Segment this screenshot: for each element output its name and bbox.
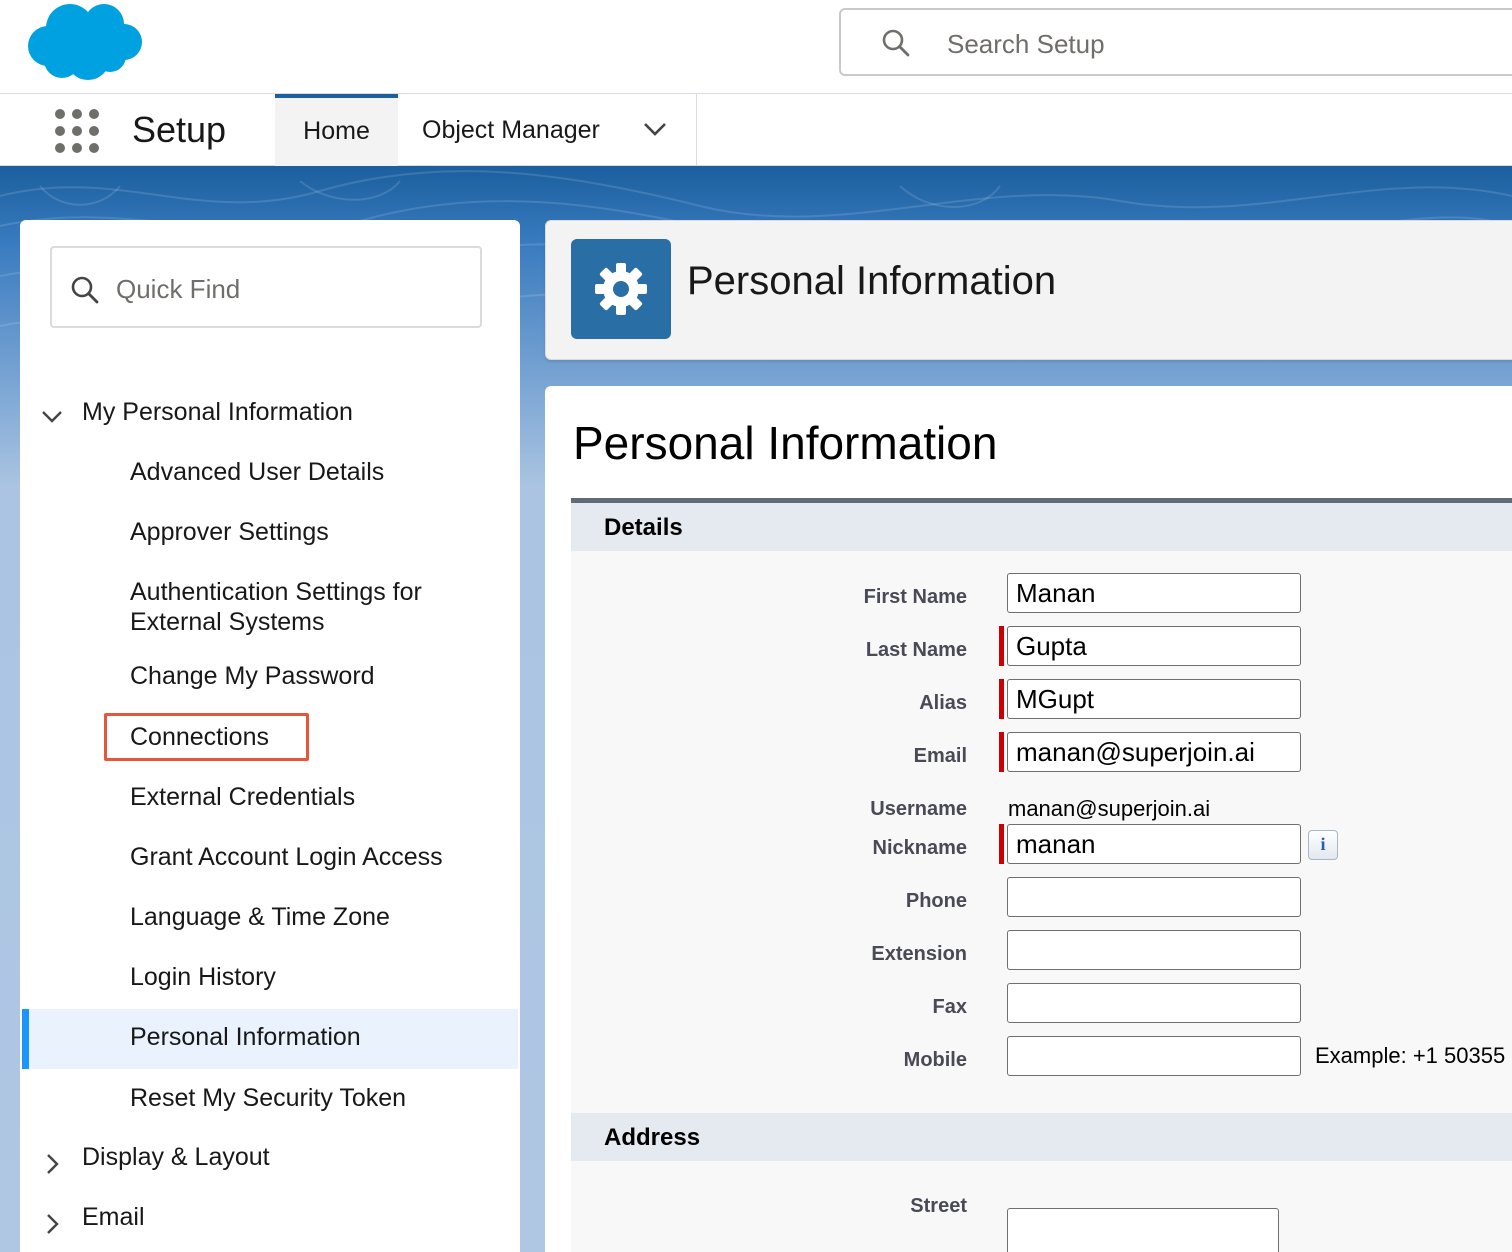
tab-home[interactable]: Home bbox=[275, 94, 398, 166]
global-header: Search Setup bbox=[0, 0, 1512, 94]
sidebar-item-change-my-password[interactable]: Change My Password bbox=[130, 661, 375, 691]
address-heading: Address bbox=[604, 1124, 701, 1151]
street-label: Street bbox=[910, 1195, 967, 1217]
search-setup-placeholder: Search Setup bbox=[947, 29, 1105, 59]
extension-field[interactable] bbox=[1007, 930, 1301, 970]
required-indicator bbox=[999, 679, 1004, 719]
sidebar-item-authentication-settings-line2[interactable]: External Systems bbox=[130, 607, 325, 637]
sidebar-section-my-personal-information[interactable]: My Personal Information bbox=[82, 398, 353, 427]
info-icon-glyph: i bbox=[1320, 834, 1326, 854]
setup-sidebar: Quick Find My Personal Information Advan… bbox=[20, 220, 520, 1252]
sidebar-section-email[interactable]: Email bbox=[82, 1203, 145, 1232]
page-header: Personal Information bbox=[545, 220, 1512, 360]
tab-object-manager[interactable]: Object Manager bbox=[398, 94, 697, 166]
username-value: manan@superjoin.ai bbox=[1008, 796, 1211, 821]
sidebar-item-connections[interactable]: Connections bbox=[130, 722, 269, 752]
quick-find-placeholder: Quick Find bbox=[116, 274, 241, 304]
nickname-label: Nickname bbox=[872, 837, 968, 859]
tab-object-manager-label: Object Manager bbox=[422, 116, 600, 144]
search-setup-input[interactable]: Search Setup bbox=[839, 8, 1512, 76]
last-name-label: Last Name bbox=[865, 639, 967, 661]
alias-label: Alias bbox=[919, 692, 967, 714]
username-label: Username bbox=[870, 798, 967, 820]
app-name: Setup bbox=[132, 109, 227, 150]
chevron-down-icon[interactable] bbox=[642, 119, 668, 139]
mobile-label: Mobile bbox=[903, 1049, 967, 1071]
phone-field[interactable] bbox=[1007, 877, 1301, 917]
first-name-label: First Name bbox=[863, 586, 967, 608]
mobile-field[interactable] bbox=[1007, 1036, 1301, 1076]
gear-icon bbox=[595, 263, 647, 315]
required-indicator bbox=[999, 626, 1004, 666]
chevron-down-icon[interactable] bbox=[40, 404, 64, 428]
email-label: Email bbox=[913, 745, 967, 767]
extension-label: Extension bbox=[871, 943, 967, 965]
alias-field[interactable] bbox=[1007, 679, 1301, 719]
sidebar-item-advanced-user-details[interactable]: Advanced User Details bbox=[130, 457, 384, 487]
address-section-header: Address bbox=[571, 1113, 1512, 1161]
sidebar-item-reset-my-security-token[interactable]: Reset My Security Token bbox=[130, 1083, 406, 1113]
required-indicator bbox=[999, 732, 1004, 772]
sidebar-section-display-layout[interactable]: Display & Layout bbox=[82, 1143, 270, 1172]
nickname-field[interactable] bbox=[1007, 824, 1301, 864]
setup-gear-tile bbox=[571, 239, 671, 339]
required-indicator bbox=[999, 824, 1004, 864]
salesforce-logo[interactable] bbox=[26, 2, 146, 84]
fax-field[interactable] bbox=[1007, 983, 1301, 1023]
sidebar-item-approver-settings[interactable]: Approver Settings bbox=[130, 517, 329, 547]
sidebar-active-indicator bbox=[22, 1009, 29, 1069]
phone-label: Phone bbox=[905, 890, 967, 912]
chevron-right-icon[interactable] bbox=[40, 1152, 64, 1176]
app-launcher-icon[interactable] bbox=[54, 108, 100, 154]
sidebar-item-grant-account-login-access[interactable]: Grant Account Login Access bbox=[130, 842, 443, 872]
street-field[interactable] bbox=[1007, 1208, 1279, 1252]
nav-bar: Setup Home Object Manager bbox=[0, 94, 1512, 166]
fax-label: Fax bbox=[932, 996, 967, 1018]
info-icon[interactable]: i bbox=[1308, 830, 1338, 860]
search-icon bbox=[71, 276, 99, 304]
details-section-header: Details bbox=[571, 503, 1512, 551]
tab-home-label: Home bbox=[303, 117, 370, 145]
page-header-title: Personal Information bbox=[687, 259, 1057, 303]
details-panel: Details First Name Last Name Alias Email… bbox=[571, 498, 1512, 1252]
last-name-field[interactable] bbox=[1007, 626, 1301, 666]
page-title: Personal Information bbox=[573, 417, 998, 469]
details-heading: Details bbox=[604, 514, 683, 541]
quick-find-input[interactable]: Quick Find bbox=[50, 246, 482, 328]
email-field[interactable] bbox=[1007, 732, 1301, 772]
sidebar-item-external-credentials[interactable]: External Credentials bbox=[130, 782, 355, 812]
mobile-example-hint: Example: +1 50355 bbox=[1315, 1043, 1506, 1068]
first-name-field[interactable] bbox=[1007, 573, 1301, 613]
main-content: Personal Information Details First Name … bbox=[545, 386, 1512, 1252]
sidebar-item-personal-information[interactable]: Personal Information bbox=[130, 1022, 361, 1052]
search-icon bbox=[882, 29, 910, 57]
sidebar-item-authentication-settings[interactable]: Authentication Settings for bbox=[130, 577, 422, 607]
sidebar-item-language-time-zone[interactable]: Language & Time Zone bbox=[130, 902, 390, 932]
sidebar-item-login-history[interactable]: Login History bbox=[130, 962, 276, 992]
chevron-right-icon[interactable] bbox=[40, 1212, 64, 1236]
